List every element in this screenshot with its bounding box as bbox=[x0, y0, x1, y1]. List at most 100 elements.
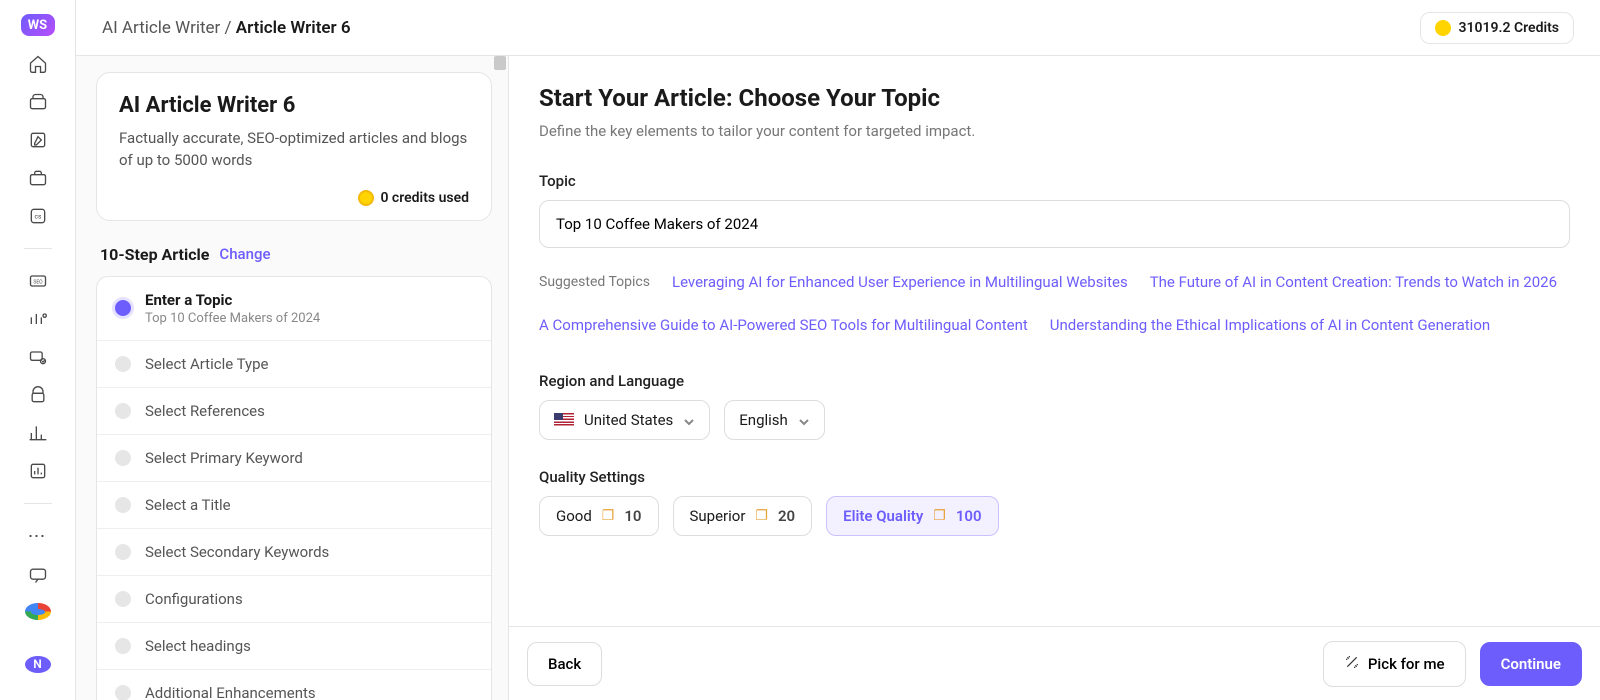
sidebar-nav: WS cs SEO ⋯ N bbox=[0, 0, 76, 700]
seo-icon[interactable]: SEO bbox=[27, 271, 49, 291]
edit-icon[interactable] bbox=[27, 130, 49, 150]
steps-panel: AI Article Writer 6 Factually accurate, … bbox=[76, 56, 509, 700]
step-row[interactable]: Select References bbox=[97, 388, 491, 435]
step-sublabel: Top 10 Coffee Makers of 2024 bbox=[145, 311, 320, 326]
home-icon[interactable] bbox=[27, 54, 49, 74]
suggested-topic-link[interactable]: Understanding the Ethical Implications o… bbox=[1050, 309, 1490, 342]
suggested-topic-link[interactable]: The Future of AI in Content Creation: Tr… bbox=[1150, 266, 1557, 299]
product-card: AI Article Writer 6 Factually accurate, … bbox=[96, 72, 492, 221]
step-bullet-icon bbox=[115, 497, 131, 513]
step-label: Select Secondary Keywords bbox=[145, 543, 329, 561]
cart-check-icon[interactable] bbox=[27, 347, 49, 367]
back-button[interactable]: Back bbox=[527, 642, 602, 686]
breadcrumb: AI Article Writer / Article Writer 6 bbox=[102, 18, 351, 38]
bag-icon[interactable] bbox=[27, 385, 49, 405]
step-bullet-icon bbox=[115, 685, 131, 700]
quality-cost: 100 bbox=[956, 507, 982, 525]
step-row[interactable]: Select a Title bbox=[97, 482, 491, 529]
quality-option[interactable]: Good❐10 bbox=[539, 496, 659, 536]
analytics-icon[interactable] bbox=[27, 423, 49, 443]
suggested-topics: Suggested Topics Leveraging AI for Enhan… bbox=[539, 266, 1570, 342]
steps-header-title: 10-Step Article bbox=[100, 245, 209, 264]
steps-header: 10-Step Article Change bbox=[96, 241, 492, 276]
credits-amount: 31019.2 Credits bbox=[1459, 20, 1559, 36]
step-bullet-icon bbox=[115, 300, 131, 316]
topbar: AI Article Writer / Article Writer 6 310… bbox=[76, 0, 1600, 56]
country-dropdown[interactable]: United States bbox=[539, 400, 710, 440]
credits-pill[interactable]: 31019.2 Credits bbox=[1420, 12, 1574, 44]
language-dropdown[interactable]: English bbox=[724, 400, 825, 440]
product-title: AI Article Writer 6 bbox=[119, 93, 469, 118]
step-row[interactable]: Configurations bbox=[97, 576, 491, 623]
svg-text:SEO: SEO bbox=[33, 279, 43, 285]
change-link[interactable]: Change bbox=[219, 245, 270, 263]
step-label: Configurations bbox=[145, 590, 243, 608]
step-bullet-icon bbox=[115, 403, 131, 419]
step-row[interactable]: Enter a Topic Top 10 Coffee Makers of 202… bbox=[97, 277, 491, 341]
scroll-up-indicator[interactable] bbox=[494, 56, 506, 70]
topic-input[interactable] bbox=[539, 200, 1570, 248]
step-label: Select headings bbox=[145, 637, 251, 655]
step-row[interactable]: Select headings bbox=[97, 623, 491, 670]
chevron-down-icon bbox=[683, 414, 695, 426]
step-row[interactable]: Select Primary Keyword bbox=[97, 435, 491, 482]
page-subtitle: Define the key elements to tailor your c… bbox=[539, 122, 1570, 140]
quality-name: Superior bbox=[690, 507, 746, 525]
stack-icon: ❐ bbox=[602, 508, 615, 524]
user-avatar[interactable]: N bbox=[25, 656, 51, 673]
svg-text:cs: cs bbox=[34, 213, 41, 221]
form-panel: Start Your Article: Choose Your Topic De… bbox=[509, 56, 1600, 700]
suggested-topic-link[interactable]: Leveraging AI for Enhanced User Experien… bbox=[672, 266, 1128, 299]
nav-divider bbox=[24, 503, 52, 504]
topic-label: Topic bbox=[539, 172, 1570, 190]
quality-options: Good❐10Superior❐20Elite Quality❐100 bbox=[539, 496, 1570, 536]
step-label: Select Primary Keyword bbox=[145, 449, 303, 467]
step-bullet-icon bbox=[115, 450, 131, 466]
suggested-topic-link[interactable]: A Comprehensive Guide to AI-Powered SEO … bbox=[539, 309, 1028, 342]
page-title: Start Your Article: Choose Your Topic bbox=[539, 84, 1570, 112]
step-bullet-icon bbox=[115, 544, 131, 560]
us-flag-icon bbox=[554, 413, 574, 427]
quality-name: Good bbox=[556, 507, 592, 525]
suggested-label: Suggested Topics bbox=[539, 267, 650, 298]
step-label: Additional Enhancements bbox=[145, 684, 316, 700]
step-label: Select References bbox=[145, 402, 265, 420]
footer-bar: Back Pick for me Continue bbox=[509, 626, 1600, 700]
step-bullet-icon bbox=[115, 356, 131, 372]
pick-for-me-button[interactable]: Pick for me bbox=[1323, 641, 1466, 687]
archive-icon[interactable] bbox=[27, 92, 49, 112]
region-label: Region and Language bbox=[539, 372, 1570, 390]
more-icon[interactable]: ⋯ bbox=[28, 526, 48, 547]
chevron-down-icon bbox=[798, 414, 810, 426]
quality-option[interactable]: Elite Quality ❐ 100 bbox=[826, 496, 998, 536]
quality-cost: 20 bbox=[778, 507, 795, 525]
chrome-icon[interactable] bbox=[25, 603, 51, 620]
step-label: Select Article Type bbox=[145, 355, 269, 373]
quality-name: Elite Quality bbox=[843, 507, 923, 525]
quality-label: Quality Settings bbox=[539, 468, 1570, 486]
breadcrumb-parent[interactable]: AI Article Writer bbox=[102, 18, 220, 38]
stack-icon: ❐ bbox=[755, 508, 768, 524]
credits-icon bbox=[1435, 20, 1451, 36]
step-row[interactable]: Additional Enhancements bbox=[97, 670, 491, 700]
step-bullet-icon bbox=[115, 638, 131, 654]
credits-used: 0 credits used bbox=[119, 190, 469, 206]
report-icon[interactable] bbox=[27, 461, 49, 481]
app-logo[interactable]: WS bbox=[21, 14, 55, 36]
coin-icon bbox=[358, 190, 374, 206]
main-area: AI Article Writer / Article Writer 6 310… bbox=[76, 0, 1600, 700]
chat-icon[interactable] bbox=[27, 565, 49, 585]
continue-button[interactable]: Continue bbox=[1480, 642, 1582, 686]
step-label: Select a Title bbox=[145, 496, 231, 514]
stack-icon: ❐ bbox=[933, 508, 946, 524]
briefcase-icon[interactable] bbox=[27, 168, 49, 188]
step-label: Enter a Topic bbox=[145, 291, 320, 309]
cs-icon[interactable]: cs bbox=[27, 206, 49, 226]
step-row[interactable]: Select Secondary Keywords bbox=[97, 529, 491, 576]
step-row[interactable]: Select Article Type bbox=[97, 341, 491, 388]
wand-icon bbox=[1344, 654, 1360, 674]
chart-icon[interactable] bbox=[27, 309, 49, 329]
quality-option[interactable]: Superior ❐ 20 bbox=[673, 496, 813, 536]
product-subtitle: Factually accurate, SEO-optimized articl… bbox=[119, 128, 469, 172]
nav-divider bbox=[24, 248, 52, 249]
